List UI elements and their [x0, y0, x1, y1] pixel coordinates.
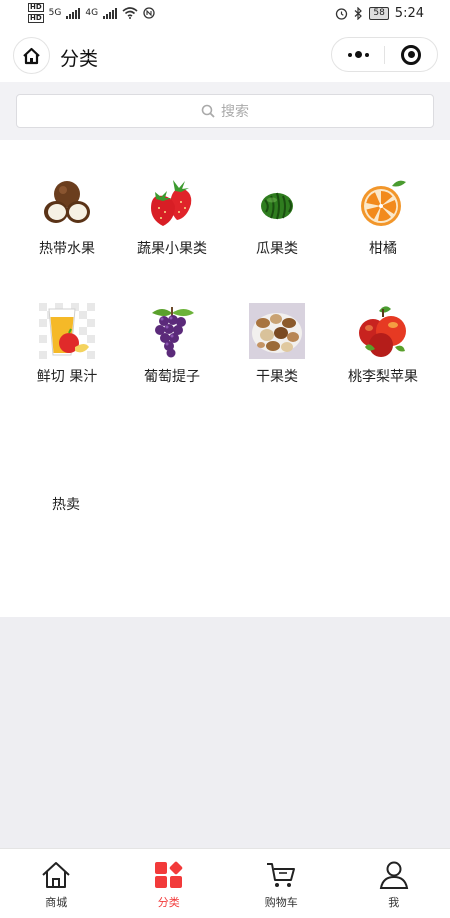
tab-label: 分类: [157, 896, 180, 909]
hot-sale-title: 热卖: [52, 497, 80, 513]
tab-cart[interactable]: 购物车: [225, 849, 338, 918]
more-icon: [347, 51, 369, 58]
category-item[interactable]: 热带水果: [11, 174, 123, 258]
home-icon: [23, 47, 40, 64]
category-label: 蔬果小果类: [137, 241, 207, 257]
tab-me[interactable]: 我: [338, 849, 450, 918]
category-label: 柑橘: [369, 241, 397, 257]
network-4g-label: 4G: [85, 8, 99, 18]
category-label: 鲜切 果汁: [36, 369, 98, 385]
signal-icon: [103, 7, 118, 19]
nuts-icon: [248, 302, 306, 360]
clock: 5:24: [394, 6, 424, 21]
tab-bar: 商城 分类 购物车 我: [0, 848, 450, 918]
search-icon: [201, 104, 215, 118]
network-indicators: HD HD 5G 4G: [28, 3, 155, 23]
category-label: 干果类: [256, 369, 298, 385]
nav-bar: 分类: [0, 30, 450, 82]
user-icon: [379, 861, 408, 889]
apple-icon: [354, 302, 412, 360]
category-icon: [154, 861, 182, 888]
hd-badge: HD: [28, 14, 44, 23]
page-title: 分类: [60, 48, 99, 70]
juice-icon: [38, 302, 96, 360]
category-item[interactable]: 瓜果类: [221, 174, 333, 258]
search-input[interactable]: 搜索: [16, 94, 434, 128]
hd-badge: HD: [28, 3, 44, 12]
cart-icon: [267, 863, 296, 887]
bluetooth-icon: [354, 7, 363, 20]
category-label: 桃李梨苹果: [348, 369, 418, 385]
tab-category[interactable]: 分类: [113, 849, 226, 918]
home-button[interactable]: [13, 37, 50, 74]
grape-icon: [143, 302, 201, 360]
strawberry-icon: [143, 174, 201, 232]
category-label: 葡萄提子: [144, 369, 200, 385]
home-icon: [42, 862, 70, 888]
category-label: 瓜果类: [256, 241, 298, 257]
tab-label: 购物车: [264, 896, 298, 909]
category-item[interactable]: 柑橘: [327, 174, 439, 258]
nfc-icon: [143, 7, 155, 19]
signal-icon: [66, 7, 81, 19]
battery-indicator: 58: [369, 7, 389, 20]
target-icon: [401, 44, 421, 65]
category-item[interactable]: 干果类: [221, 302, 333, 386]
alarm-icon: [336, 8, 348, 20]
tab-label: 商城: [45, 896, 68, 909]
category-item[interactable]: 鲜切 果汁: [11, 302, 123, 386]
tab-mall[interactable]: 商城: [0, 849, 113, 918]
orange-icon: [354, 174, 412, 232]
search-area: 搜索: [0, 82, 450, 140]
wifi-icon: [122, 7, 138, 19]
category-label: 热带水果: [39, 241, 95, 257]
category-content: 热带水果 蔬果小果类 瓜果类 柑橘 鲜切 果汁 葡萄提子 干果类 桃李梨苹果 热…: [0, 140, 450, 617]
search-placeholder: 搜索: [221, 104, 249, 120]
mini-program-capsule: [331, 37, 438, 72]
category-item[interactable]: 葡萄提子: [116, 302, 228, 386]
network-5g-label: 5G: [48, 8, 62, 18]
status-right: 58 5:24: [335, 6, 424, 21]
tab-label: 我: [388, 896, 400, 909]
close-mini-program-button[interactable]: [385, 38, 437, 71]
category-item[interactable]: 蔬果小果类: [116, 174, 228, 258]
category-item[interactable]: 桃李梨苹果: [327, 302, 439, 386]
status-bar: HD HD 5G 4G 58 5:24: [0, 0, 450, 30]
watermelon-icon: [248, 174, 306, 232]
coconut-icon: [38, 174, 96, 232]
more-button[interactable]: [332, 38, 384, 71]
hd-badges: HD HD: [28, 3, 44, 23]
